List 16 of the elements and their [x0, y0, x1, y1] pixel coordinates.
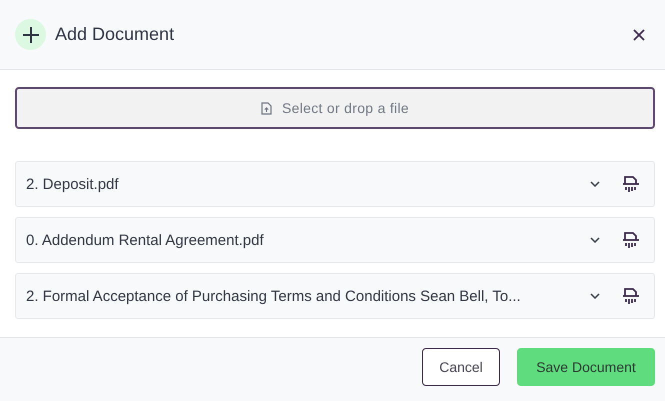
file-upload-icon [261, 102, 272, 114]
document-name: 2. Deposit.pdf [26, 176, 120, 192]
save-button[interactable]: Save Document [517, 348, 655, 386]
shredder-icon[interactable] [622, 231, 640, 249]
dialog-title: Add Document [55, 24, 176, 45]
file-drop-button[interactable]: Select or drop a file [15, 87, 655, 129]
shredder-icon[interactable] [622, 175, 640, 193]
cancel-button[interactable]: Cancel [422, 348, 500, 386]
chevron-down-icon[interactable] [590, 293, 600, 299]
chevron-down-icon[interactable] [590, 237, 600, 243]
plus-icon [15, 19, 46, 50]
document-name: 2. Formal Acceptance of Purchasing Terms and Conditions Sean Bell, To... [26, 288, 522, 304]
document-name: 0. Addendum Rental Agreement.pdf [26, 232, 265, 248]
chevron-down-icon[interactable] [590, 181, 600, 187]
close-icon[interactable] [633, 28, 645, 40]
shredder-icon[interactable] [622, 287, 640, 305]
